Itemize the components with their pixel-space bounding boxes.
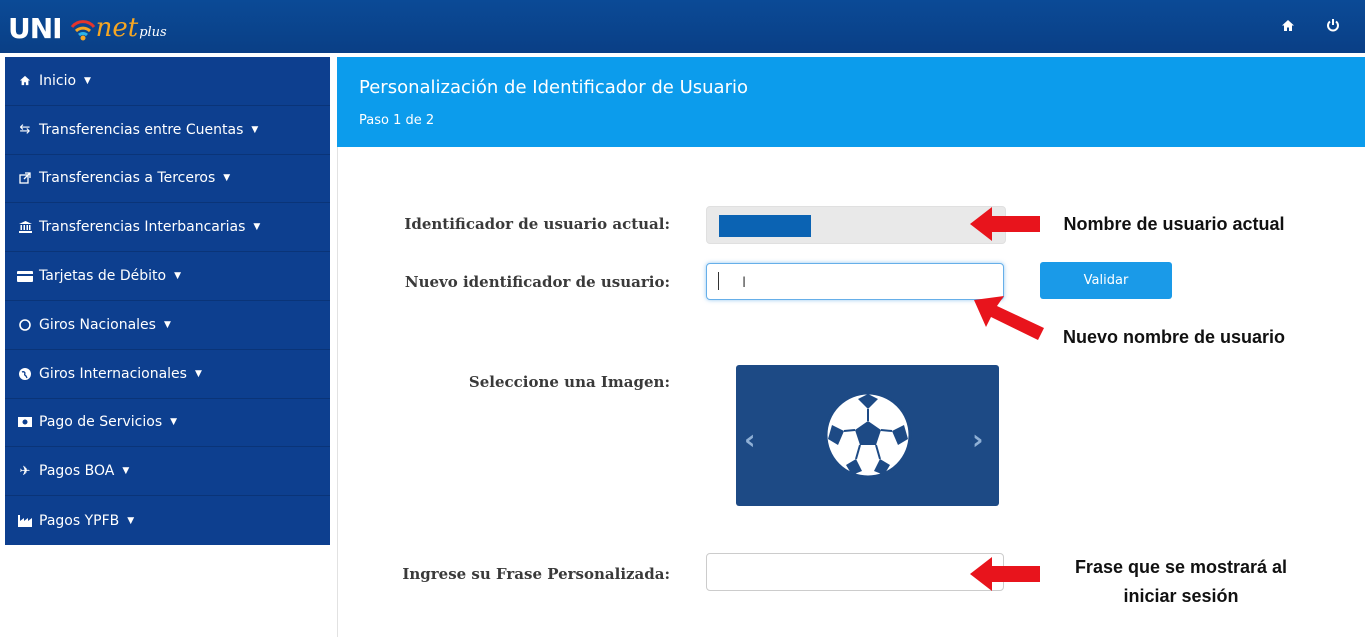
logo-net-text: net [95,13,139,43]
caret-down-icon: ▼ [223,173,231,184]
annotation-new: Nuevo nombre de usuario [1062,327,1286,347]
image-label: Seleccione una Imagen: [468,373,670,391]
sidebar-item-label: Pagos YPFB [39,512,120,529]
annotation-arrow-icon [974,296,1044,340]
sidebar-item-label: Inicio [39,72,77,89]
annotation-current: Nombre de usuario actual [1063,214,1285,234]
page-header: Personalización de Identificador de Usua… [337,57,1365,147]
sidebar-item-giros-internacionales[interactable]: Giros Internacionales ▼ [5,350,330,399]
bank-icon [17,221,33,234]
soccer-ball-icon [824,391,912,479]
sidebar-item-pagos-ypfb[interactable]: Pagos YPFB ▼ [5,496,330,545]
new-id-label: Nuevo identificador de usuario: [404,273,670,291]
sidebar-item-pago-servicios[interactable]: Pago de Servicios ▼ [5,399,330,448]
sidebar-item-pagos-boa[interactable]: ✈ Pagos BOA ▼ [5,447,330,497]
new-id-input[interactable] [706,263,1004,300]
caret-down-icon: ▼ [194,368,202,379]
sidebar-item-transferencias-terceros[interactable]: Transferencias a Terceros ▼ [5,155,330,204]
chevron-left-icon[interactable]: ‹ [744,423,756,456]
annotation-phrase-line2: iniciar sesión [1123,586,1239,606]
sidebar-item-transferencias-interbancarias[interactable]: Transferencias Interbancarias ▼ [5,203,330,253]
logo-uni-text: UNI [8,11,63,45]
home-icon [17,75,33,86]
money-icon [17,417,33,428]
annotation-arrow-icon [970,557,1040,591]
brand-logo[interactable]: UNI net plus [8,8,167,48]
power-icon[interactable] [1322,14,1344,36]
sidebar-item-label: Tarjetas de Débito [39,268,167,285]
page-step: Paso 1 de 2 [359,113,435,128]
globe-icon [17,367,33,380]
credit-card-icon [17,270,33,282]
current-id-field [706,206,1006,244]
sidebar-item-label: Transferencias Interbancarias [39,219,246,236]
caret-down-icon: ▼ [170,417,178,428]
sidebar-item-inicio[interactable]: Inicio ▼ [5,57,330,106]
caret-down-icon: ▼ [163,319,171,330]
annotation-phrase-line1: Frase que se mostrará al [1074,557,1288,577]
industry-icon [17,514,33,527]
current-id-label: Identificador de usuario actual: [404,215,670,233]
sidebar-item-label: Giros Internacionales [39,365,187,382]
circle-icon [17,319,33,331]
content-divider [337,147,338,637]
caret-down-icon: ▼ [84,75,91,86]
page-title: Personalización de Identificador de Usua… [359,77,748,98]
masked-username [719,215,811,237]
sidebar-item-label: Transferencias a Terceros [39,170,216,187]
exchange-icon: ⇆ [19,122,31,138]
sidebar-item-label: Transferencias entre Cuentas [39,121,244,138]
annotation-arrow-icon [970,207,1040,241]
sidebar-item-label: Pago de Servicios [39,414,163,431]
top-navbar: UNI net plus [0,0,1365,53]
wifi-icon [70,20,95,41]
caret-down-icon: ▼ [251,124,259,135]
sidebar-item-transferencias-cuentas[interactable]: ⇆ Transferencias entre Cuentas ▼ [5,106,330,155]
sidebar-item-label: Giros Nacionales [39,316,156,333]
sidebar-item-label: Pagos BOA [39,463,115,480]
caret-down-icon: ▼ [127,515,135,526]
validate-button[interactable]: Validar [1040,262,1172,299]
caret-down-icon: ▼ [253,222,261,233]
caret-down-icon: ▼ [174,271,181,282]
sidebar-item-tarjetas-debito[interactable]: Tarjetas de Débito ▼ [5,252,330,301]
chevron-right-icon[interactable]: › [972,423,984,456]
caret-down-icon: ▼ [122,466,130,477]
sidebar-item-giros-nacionales[interactable]: Giros Nacionales ▼ [5,301,330,350]
image-carousel[interactable]: ‹ › [736,365,999,506]
home-icon[interactable] [1277,14,1299,36]
plane-icon: ✈ [19,463,31,479]
sidebar-menu: Inicio ▼ ⇆ Transferencias entre Cuentas … [5,57,330,545]
phrase-input[interactable] [706,553,1004,591]
phrase-label: Ingrese su Frase Personalizada: [402,565,670,583]
logo-plus-text: plus [139,24,167,40]
external-link-icon [17,172,33,185]
